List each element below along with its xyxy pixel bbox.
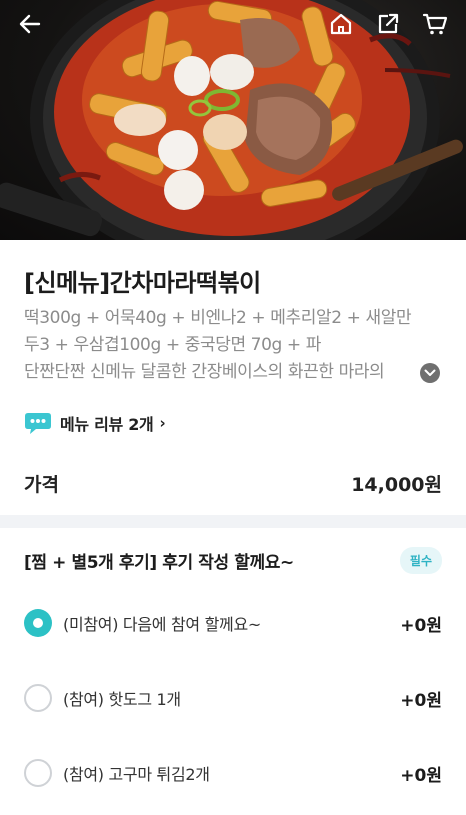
radio-selected[interactable] (24, 609, 52, 637)
option-label: (참여) 고구마 튀김2개 (63, 765, 210, 784)
price-value: 14,000원 (351, 473, 442, 496)
option-item[interactable]: (미참여) 다음에 참여 할께요~ +0원 (24, 608, 442, 638)
option-label: (참여) 핫도그 1개 (63, 690, 181, 709)
menu-description-line: 떡300g + 어묵40g + 비엔나2 + 메추리알2 + 새알만 (24, 308, 412, 328)
section-divider (0, 515, 466, 528)
home-button[interactable] (327, 10, 355, 38)
menu-review-label: 메뉴 리뷰 2개 (60, 415, 154, 434)
menu-review-link[interactable]: 메뉴 리뷰 2개 › (24, 408, 166, 438)
option-price: +0원 (400, 615, 442, 636)
expand-description-button[interactable] (420, 363, 440, 383)
option-item[interactable]: (참여) 핫도그 1개 +0원 (24, 683, 442, 713)
share-icon (378, 13, 399, 34)
required-badge: 필수 (399, 546, 442, 574)
menu-title: [신메뉴]간차마라떡볶이 (24, 269, 261, 297)
chevron-down-icon (424, 369, 436, 376)
price-label: 가격 (24, 473, 59, 496)
arrow-left-icon (19, 14, 41, 34)
hero-food-image (0, 0, 466, 240)
price-row: 가격 14,000원 (24, 466, 442, 500)
back-button[interactable] (16, 10, 44, 38)
radio-unselected[interactable] (24, 684, 52, 712)
menu-description-line: 두3 + 우삼겹100g + 중국당면 70g + 파 (24, 335, 321, 355)
menu-description: 떡300g + 어묵40g + 비엔나2 + 메추리알2 + 새알만 두3 + … (24, 305, 444, 386)
radio-unselected[interactable] (24, 759, 52, 787)
menu-description-line: 단짠단짠 신메뉴 달콤한 간장베이스의 화끈한 마라의 (24, 362, 385, 382)
option-label: (미참여) 다음에 참여 할께요~ (63, 615, 261, 634)
option-item[interactable]: (참여) 고구마 튀김2개 +0원 (24, 758, 442, 788)
cart-icon (422, 13, 448, 35)
share-button[interactable] (374, 10, 402, 38)
option-group-header: [찜 + 별5개 후기] 후기 작성 할께요~ 필수 (24, 545, 442, 575)
home-icon (330, 13, 352, 35)
chevron-right-icon: › (159, 414, 166, 432)
cart-button[interactable] (421, 10, 449, 38)
speech-bubble-icon (25, 413, 51, 434)
option-group-title: [찜 + 별5개 후기] 후기 작성 할께요~ (24, 552, 294, 573)
option-price: +0원 (400, 765, 442, 786)
option-price: +0원 (400, 690, 442, 711)
